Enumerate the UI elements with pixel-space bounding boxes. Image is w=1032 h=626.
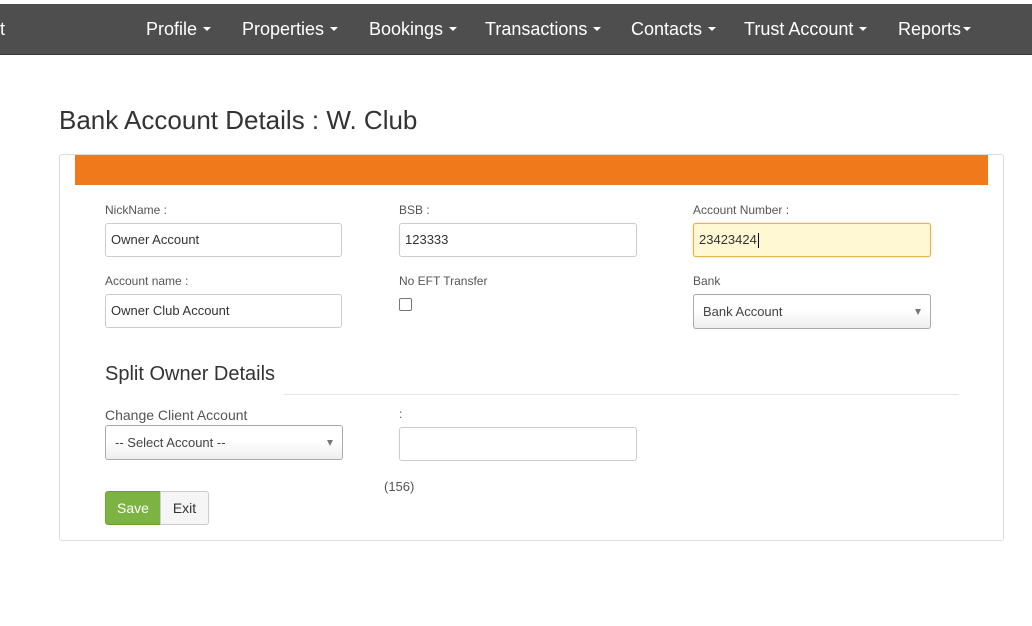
nav-item-label: Reports (898, 19, 962, 39)
brand-fragment[interactable]: t (0, 18, 5, 40)
client-account-select-value: -- Select Account -- (115, 435, 226, 450)
nav-item-label: Contacts (631, 19, 703, 39)
panel-header-bar (75, 155, 988, 185)
nav-item-label: Profile (146, 19, 198, 39)
exit-button[interactable]: Exit (160, 491, 209, 525)
account-name-field[interactable]: Owner Club Account (105, 294, 342, 328)
chevron-down-icon (327, 440, 333, 446)
nav-item-trust-account[interactable]: Trust Account (744, 18, 868, 40)
nickname-field[interactable]: Owner Account (105, 223, 342, 257)
bank-label: Bank (693, 274, 721, 288)
caret-down-icon (203, 27, 212, 32)
character-count: (156) (384, 479, 415, 494)
caret-down-icon (859, 27, 868, 32)
bank-select[interactable]: Bank Account (693, 294, 931, 329)
change-client-account-label: Change Client Account (105, 407, 248, 423)
caret-down-icon (593, 27, 602, 32)
account-name-label: Account name : (105, 274, 189, 288)
bsb-field[interactable]: 123333 (399, 223, 637, 257)
no-eft-label: No EFT Transfer (399, 274, 488, 288)
nav-item-reports[interactable]: Reports (898, 18, 972, 40)
caret-down-icon (963, 27, 972, 32)
account-number-value: 23423424 (699, 232, 757, 247)
chevron-down-icon (915, 309, 921, 315)
text-cursor (757, 233, 759, 249)
split-value-field[interactable] (399, 427, 637, 461)
nav-item-label: Trust Account (744, 19, 854, 39)
nav-item-label: Properties (242, 19, 325, 39)
bank-select-value: Bank Account (703, 304, 783, 319)
caret-down-icon (449, 27, 458, 32)
account-number-label: Account Number : (693, 203, 790, 217)
nav-item-contacts[interactable]: Contacts (631, 18, 717, 40)
caret-down-icon (708, 27, 717, 32)
client-account-select[interactable]: -- Select Account -- (105, 425, 343, 460)
save-button[interactable]: Save (105, 491, 161, 525)
split-field-label: : (399, 407, 403, 421)
nav-item-label: Transactions (485, 19, 588, 39)
nickname-label: NickName : (105, 203, 168, 217)
nav-item-label: Bookings (369, 19, 444, 39)
top-navbar: t Profile Properties Bookings Transactio… (0, 4, 1032, 55)
account-number-field[interactable]: 23423424 (693, 223, 931, 257)
page-title: Bank Account Details : W. Club (59, 105, 418, 135)
bsb-label: BSB : (399, 203, 430, 217)
nav-item-transactions[interactable]: Transactions (485, 18, 602, 40)
split-owner-heading: Split Owner Details (105, 363, 276, 385)
nav-item-profile[interactable]: Profile (146, 18, 212, 40)
nav-item-bookings[interactable]: Bookings (369, 18, 458, 40)
nav-item-properties[interactable]: Properties (242, 18, 339, 40)
caret-down-icon (330, 27, 339, 32)
no-eft-checkbox[interactable] (399, 298, 412, 311)
section-divider (284, 394, 959, 395)
form-panel (59, 154, 1004, 541)
